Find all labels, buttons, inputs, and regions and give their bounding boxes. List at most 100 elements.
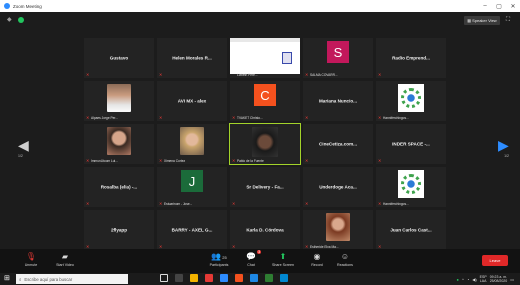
previous-page-arrow-icon[interactable]: ◀ [18, 138, 29, 152]
powerpoint-icon[interactable] [235, 274, 243, 282]
participant-tile[interactable]: Helen Morales R... ✕ [157, 38, 227, 78]
show-hidden-icons-icon[interactable]: ^ [462, 277, 464, 282]
zoom-logo-icon [4, 3, 10, 9]
word-icon[interactable] [250, 274, 258, 282]
chrome-icon[interactable] [205, 274, 213, 282]
zoom-app-icon[interactable] [220, 274, 228, 282]
participant-name: Juan Carlos Cast... [390, 227, 432, 233]
participant-name: AVI MX - alex [177, 98, 207, 104]
participants-button[interactable]: 👥25 Participants [202, 251, 236, 271]
participant-tile[interactable]: C ✕ TVAKET Christo... [230, 81, 300, 121]
speaker-view-icon: ▦ [467, 18, 472, 23]
participant-tile[interactable]: Rosalba (elia) -... ✕ [84, 167, 154, 207]
participant-tile[interactable]: AVI MX - alex ✕ [157, 81, 227, 121]
outlook-icon[interactable] [280, 274, 288, 282]
muted-mic-icon: ✕ [86, 202, 90, 206]
share-screen-button[interactable]: ⬆ Share Screen [266, 251, 300, 271]
task-view-icon[interactable] [175, 274, 183, 282]
participant-tile[interactable]: Radio Emprend... ✕ [376, 38, 446, 78]
participant-tile[interactable]: INDER SPACE -... ✕ [376, 124, 446, 164]
next-page-number: 1/2 [504, 154, 509, 158]
fullscreen-icon[interactable]: ⛶ [504, 16, 512, 25]
maximize-button[interactable]: ▢ [492, 3, 506, 10]
chat-label: Chat [247, 263, 255, 267]
close-button[interactable]: ✕ [506, 3, 520, 10]
taskbar-search-box[interactable]: ⌕ Escribe aquí para buscar [16, 274, 128, 284]
participant-tile[interactable]: Sr Delivery - Fa... ✕ [230, 167, 300, 207]
participant-tile[interactable]: ✕ Ximena Cortez [157, 124, 227, 164]
participant-video [180, 127, 204, 155]
avatar: C [254, 84, 276, 106]
clock-date: 25/08/2020 [489, 279, 508, 283]
keyboard-language[interactable]: ESP LAA [480, 275, 487, 283]
participants-label: Participants [209, 263, 229, 267]
unmute-button[interactable]: 🎙 Unmute [14, 251, 48, 271]
participant-video [107, 84, 131, 112]
participant-tile[interactable]: J ✕ Estuarinom - Jose... [157, 167, 227, 207]
participant-tile[interactable]: Mariana Nuncio... ✕ [303, 81, 373, 121]
share-screen-label: Share Screen [272, 263, 294, 267]
cortana-icon[interactable] [160, 274, 168, 282]
participant-tile[interactable]: Gustavo ✕ [84, 38, 154, 78]
active-speaker-tile[interactable]: ✕ Pablo de la Fuente [229, 123, 301, 165]
security-status-icon[interactable]: ● [457, 277, 459, 282]
participant-label: Hanniferchingos... [383, 202, 409, 206]
speaker-view-label: Speaker View [472, 18, 497, 23]
participant-tile[interactable]: ✕ Alpaes Jorge Per... [84, 81, 154, 121]
pinned-apps [160, 274, 288, 284]
participant-video [107, 127, 131, 155]
participant-tile[interactable]: Lizbeth Pere... [230, 38, 300, 78]
participant-tile[interactable]: ✕ Hanniferchingos... [376, 167, 446, 207]
next-page-arrow-icon[interactable]: ▶ [498, 138, 509, 152]
search-icon: ⌕ [19, 276, 22, 282]
meeting-topbar: ◆ ▦ Speaker View ⛶ [0, 12, 520, 30]
chat-icon: 💬 [246, 252, 256, 261]
start-video-button[interactable]: ▰ Start Video [48, 251, 82, 271]
volume-icon[interactable]: ◀) [472, 277, 476, 282]
muted-mic-icon: ✕ [159, 202, 163, 206]
meeting-area: ◆ ▦ Speaker View ⛶ ◀ 1/2 ▶ 1/2 Gustavo ✕… [0, 12, 520, 261]
participant-name: Helen Morales R... [172, 55, 212, 61]
participant-video [252, 127, 278, 157]
network-icon[interactable]: ◔ [467, 277, 469, 282]
reactions-label: Reactions [337, 263, 353, 267]
windows-taskbar: ⊞ ⌕ Escribe aquí para buscar ● ^ ◔ ◀) ES… [0, 273, 520, 285]
participant-tile[interactable]: ✕ ImmunUtoom Lui... [84, 124, 154, 164]
reactions-button[interactable]: ☺ Reactions [328, 251, 362, 271]
muted-mic-icon: ✕ [378, 116, 382, 120]
participant-tile[interactable]: 2flyapp ✕ [84, 210, 154, 250]
file-explorer-icon[interactable] [190, 274, 198, 282]
participant-name: Sr Delivery - Fa... [246, 184, 284, 190]
start-video-label: Start Video [56, 263, 74, 267]
muted-mic-icon: ✕ [305, 159, 309, 163]
encryption-status-icon[interactable] [18, 17, 24, 23]
participant-tile[interactable]: Juan Carlos Cast... ✕ [376, 210, 446, 250]
participant-tile[interactable]: ✕ Hanniferchingos... [376, 81, 446, 121]
participant-label: Alpaes Jorge Per... [91, 116, 118, 120]
excel-icon[interactable] [265, 274, 273, 282]
minimize-button[interactable]: – [478, 3, 492, 9]
windows-start-icon[interactable]: ⊞ [4, 275, 12, 283]
muted-mic-icon: ✕ [86, 73, 90, 77]
speaker-view-button[interactable]: ▦ Speaker View [464, 16, 500, 25]
shield-icon[interactable]: ◆ [7, 17, 13, 24]
chat-button[interactable]: 💬 3 Chat [234, 250, 268, 271]
participant-tile[interactable]: BARRY - AXEL G... ✕ [157, 210, 227, 250]
avatar: J [181, 170, 203, 192]
notifications-icon[interactable]: ▭ [510, 277, 514, 282]
muted-mic-icon: ✕ [86, 159, 90, 163]
window-title: Zoom Meeting [13, 3, 42, 9]
participant-tile[interactable]: Underdoge Aca... ✕ [303, 167, 373, 207]
participant-label: Ximena Cortez [164, 159, 186, 163]
leave-button[interactable]: Leave [482, 255, 508, 266]
participant-tile[interactable]: Karla D. Córdova ✕ [230, 210, 300, 250]
reactions-icon: ☺ [340, 252, 350, 261]
participants-icon: 👥25 [211, 252, 227, 261]
participant-tile[interactable]: S ✕ SALMA COVARR... [303, 38, 373, 78]
participant-name: 2flyapp [110, 227, 128, 233]
participant-logo [398, 170, 424, 198]
taskbar-clock[interactable]: 09:23 a. m. 25/08/2020 [490, 275, 508, 283]
participant-tile[interactable]: CineCetiza.com... ✕ [303, 124, 373, 164]
participant-tile[interactable]: ✕ Estheride Elva Ma... [303, 210, 373, 250]
participant-label: SALMA COVARR... [310, 73, 338, 77]
